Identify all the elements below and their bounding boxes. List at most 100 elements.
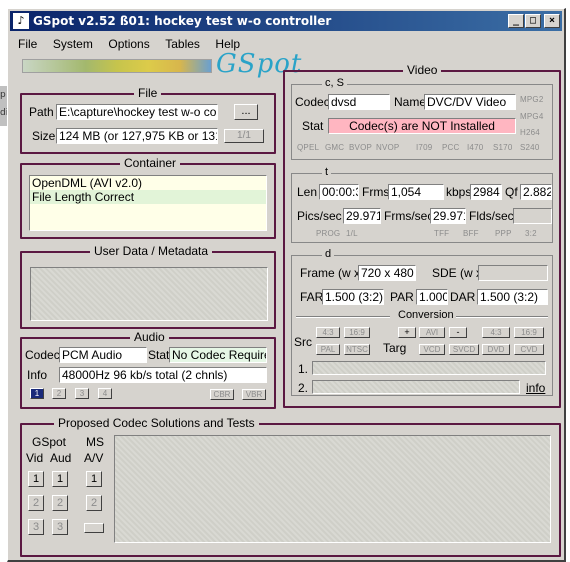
userdata-group-title: User Data / Metadata: [90, 244, 213, 258]
window-title: GSpot v2.52 ß01: hockey test w-o control…: [33, 14, 332, 28]
file-group: File Path E:\capture\hockey test w-o con…: [20, 86, 276, 154]
flag-il: 1/L: [346, 229, 358, 238]
menu-options[interactable]: Options: [102, 35, 155, 53]
targ-svcd-button[interactable]: SVCD: [449, 344, 479, 355]
aud-3-button[interactable]: 3: [52, 519, 68, 535]
audio-stream-1-button[interactable]: 1: [30, 388, 44, 399]
src-43-button[interactable]: 4:3: [316, 327, 340, 338]
userdata-area[interactable]: [30, 267, 268, 321]
vid-1-button[interactable]: 1: [28, 471, 44, 487]
targ-cvd-button[interactable]: CVD: [514, 344, 544, 355]
par-label: PAR: [390, 290, 414, 304]
video-cs-section: c, S Codec dvsd Name DVC/DV Video MPG2 M…: [291, 77, 553, 160]
targ-vcd-button[interactable]: VCD: [419, 344, 445, 355]
sde-label: SDE (w x: [432, 266, 483, 280]
ms-label: MS: [86, 435, 104, 449]
minimize-button[interactable]: _: [508, 14, 524, 28]
aud-2-button[interactable]: 2: [52, 495, 68, 511]
audio-group: Audio Codec PCM Audio Stat No Codec Requ…: [20, 330, 276, 409]
browse-button[interactable]: ...: [234, 104, 258, 120]
flds-label: Flds/sec: [469, 209, 514, 223]
ms-3-button[interactable]: [84, 523, 104, 533]
pics-label: Pics/sec: [297, 209, 342, 223]
targ-dvd-button[interactable]: DVD: [482, 344, 510, 355]
conversion-divider-left: [296, 316, 390, 318]
flag-s170: S170: [493, 143, 513, 152]
src-ntsc-button[interactable]: NTSC: [344, 344, 370, 355]
vid-label: Vid: [26, 451, 44, 465]
proposed-group: Proposed Codec Solutions and Tests GSpot…: [20, 416, 561, 557]
menu-file[interactable]: File: [12, 35, 43, 53]
file-group-title: File: [134, 86, 162, 100]
conversion-plus-button[interactable]: +: [398, 327, 416, 338]
proposed-results-area[interactable]: [114, 435, 551, 543]
len-field: 00:00:3: [319, 184, 359, 200]
gspot-app-icon: ♪: [13, 13, 29, 29]
ms-1-button[interactable]: 1: [86, 471, 102, 487]
container-listbox[interactable]: OpenDML (AVI v2.0) File Length Correct: [29, 175, 267, 231]
frms-sec-label: Frms/sec: [384, 209, 434, 223]
line-1-label: 1.: [298, 362, 309, 376]
menu-system[interactable]: System: [47, 35, 99, 53]
conversion-avi-button[interactable]: AVI: [419, 327, 445, 338]
video-d-section: d Frame (w x 720 x 480 SDE (w x FAR 1.50…: [291, 248, 553, 396]
vid-2-button[interactable]: 2: [28, 495, 44, 511]
flag-i709: I709: [416, 143, 433, 152]
video-codec-label: Codec: [295, 95, 330, 109]
maximize-button[interactable]: □: [525, 14, 541, 28]
video-name-label: Name: [394, 95, 427, 109]
targ-43-button[interactable]: 4:3: [482, 327, 510, 338]
line-1-field: [312, 361, 546, 375]
audio-group-title: Audio: [130, 330, 169, 344]
src-pal-button[interactable]: PAL: [316, 344, 340, 355]
vid-3-button[interactable]: 3: [28, 519, 44, 535]
userdata-group: User Data / Metadata: [20, 244, 276, 329]
list-item[interactable]: OpenDML (AVI v2.0): [30, 176, 266, 190]
audio-stream-4-button[interactable]: 4: [98, 388, 112, 399]
src-169-button[interactable]: 16:9: [344, 327, 370, 338]
close-button[interactable]: ×: [544, 14, 560, 28]
ms-2-button[interactable]: 2: [86, 495, 102, 511]
video-name-field: DVC/DV Video: [424, 94, 516, 110]
aud-label: Aud: [50, 451, 72, 465]
conversion-minus-button[interactable]: -: [449, 327, 467, 338]
len-label: Len: [297, 185, 318, 199]
flag-prog: PROG: [316, 229, 341, 238]
t-title: t: [322, 166, 332, 178]
flag-s240: S240: [520, 143, 540, 152]
cbr-button[interactable]: CBR: [210, 389, 234, 400]
list-item[interactable]: File Length Correct: [30, 190, 266, 204]
video-stat-field: Codec(s) are NOT Installed: [328, 118, 516, 134]
flag-h264: H264: [520, 128, 540, 137]
flag-nvop: NVOP: [376, 143, 400, 152]
flag-ppp: PPP: [495, 229, 512, 238]
conversion-label: Conversion: [398, 309, 454, 321]
file-page-indicator[interactable]: 1/1: [224, 129, 264, 143]
aud-1-button[interactable]: 1: [52, 471, 68, 487]
audio-stat-field: No Codec Required: [169, 347, 267, 363]
menu-bar: File System Options Tables Help: [12, 35, 246, 53]
line-2-label: 2.: [298, 381, 309, 395]
vbr-button[interactable]: VBR: [242, 389, 266, 400]
path-label: Path: [29, 105, 54, 119]
container-group: Container OpenDML (AVI v2.0) File Length…: [20, 156, 276, 239]
audio-info-field: 48000Hz 96 kb/s total (2 chnls): [59, 367, 267, 383]
frame-label: Frame (w x: [300, 266, 360, 280]
container-group-title: Container: [120, 156, 181, 170]
frms-field: 1,054: [388, 184, 444, 200]
video-group: Video c, S Codec dvsd Name DVC/DV Video …: [283, 63, 561, 408]
dar-label: DAR: [450, 290, 476, 304]
title-bar[interactable]: ♪ GSpot v2.52 ß01: hockey test w-o contr…: [10, 11, 562, 31]
size-field: 124 MB (or 127,975 KB or 131,04: [56, 128, 218, 144]
proposed-group-title: Proposed Codec Solutions and Tests: [54, 416, 259, 430]
path-field[interactable]: E:\capture\hockey test w-o contr: [56, 104, 218, 120]
targ-169-button[interactable]: 16:9: [514, 327, 544, 338]
info-link[interactable]: info: [526, 381, 545, 395]
dar-field: 1.500 (3:2): [477, 289, 548, 305]
menu-tables[interactable]: Tables: [159, 35, 206, 53]
targ-label: Targ: [383, 341, 407, 355]
audio-stream-2-button[interactable]: 2: [52, 388, 66, 399]
flag-gmc: GMC: [325, 143, 345, 152]
audio-stream-3-button[interactable]: 3: [75, 388, 89, 399]
flag-bvop: BVOP: [349, 143, 373, 152]
